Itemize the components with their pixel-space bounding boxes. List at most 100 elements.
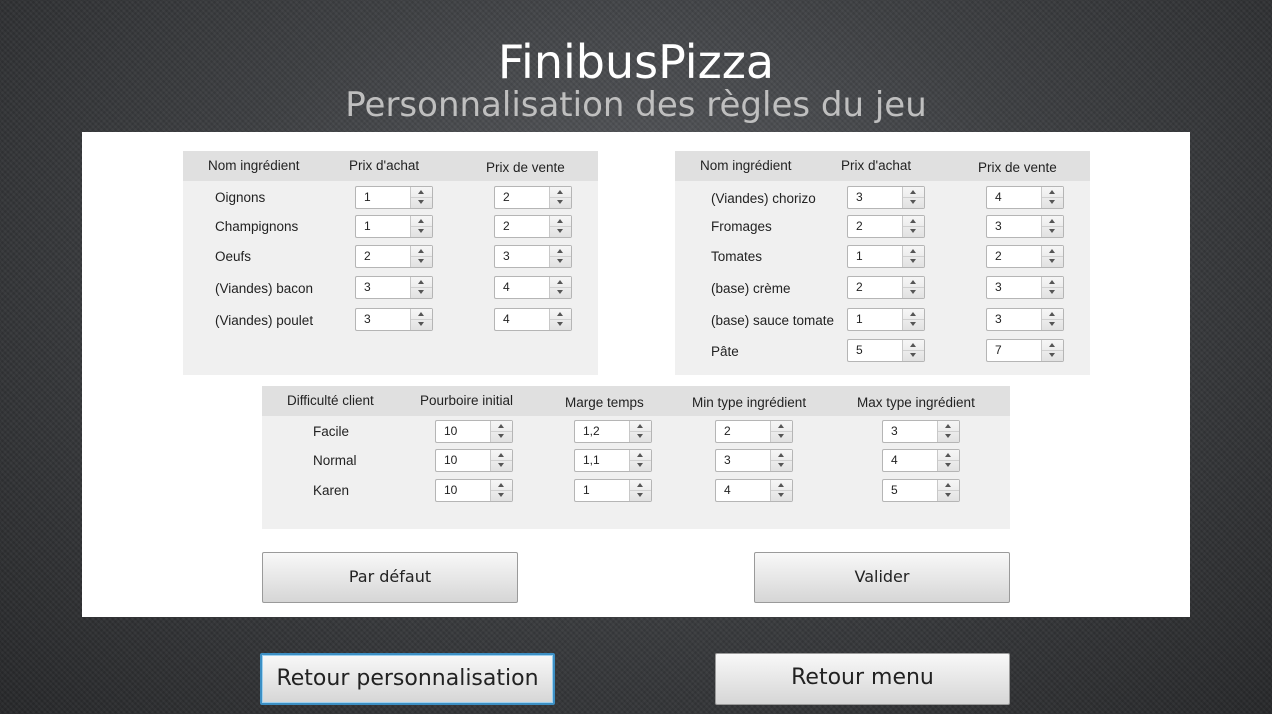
increment-icon[interactable] <box>550 277 571 288</box>
increment-icon[interactable] <box>491 421 512 432</box>
spinner-value[interactable]: 1 <box>848 309 904 330</box>
spinner-value[interactable]: 7 <box>987 340 1043 361</box>
spinner-value[interactable]: 2 <box>495 216 551 237</box>
increment-icon[interactable] <box>1042 309 1063 320</box>
sell-price-spinner[interactable]: 4 <box>494 308 572 331</box>
increment-icon[interactable] <box>1042 246 1063 257</box>
increment-icon[interactable] <box>1042 277 1063 288</box>
decrement-icon[interactable] <box>491 461 512 471</box>
initial-tip-spinner[interactable]: 10 <box>435 479 513 502</box>
increment-icon[interactable] <box>903 340 924 351</box>
decrement-icon[interactable] <box>411 257 432 267</box>
increment-icon[interactable] <box>630 450 651 461</box>
increment-icon[interactable] <box>491 450 512 461</box>
buy-price-spinner[interactable]: 5 <box>847 339 925 362</box>
max-ingredient-type-spinner[interactable]: 5 <box>882 479 960 502</box>
spinner-value[interactable]: 3 <box>987 277 1043 298</box>
decrement-icon[interactable] <box>903 257 924 267</box>
decrement-icon[interactable] <box>938 491 959 501</box>
increment-icon[interactable] <box>550 246 571 257</box>
decrement-icon[interactable] <box>1042 288 1063 298</box>
increment-icon[interactable] <box>771 421 792 432</box>
increment-icon[interactable] <box>1042 216 1063 227</box>
spinner-value[interactable]: 3 <box>716 450 772 471</box>
min-ingredient-type-spinner[interactable]: 4 <box>715 479 793 502</box>
decrement-icon[interactable] <box>630 461 651 471</box>
decrement-icon[interactable] <box>771 461 792 471</box>
spinner-value[interactable]: 3 <box>356 309 412 330</box>
sell-price-spinner[interactable]: 2 <box>494 186 572 209</box>
spinner-value[interactable]: 2 <box>848 216 904 237</box>
decrement-icon[interactable] <box>1042 320 1063 330</box>
increment-icon[interactable] <box>411 246 432 257</box>
buy-price-spinner[interactable]: 1 <box>355 215 433 238</box>
decrement-icon[interactable] <box>550 257 571 267</box>
increment-icon[interactable] <box>903 246 924 257</box>
spinner-value[interactable]: 2 <box>495 187 551 208</box>
decrement-icon[interactable] <box>411 198 432 208</box>
increment-icon[interactable] <box>630 421 651 432</box>
decrement-icon[interactable] <box>550 288 571 298</box>
decrement-icon[interactable] <box>550 198 571 208</box>
spinner-value[interactable]: 1 <box>356 187 412 208</box>
sell-price-spinner[interactable]: 3 <box>986 308 1064 331</box>
buy-price-spinner[interactable]: 3 <box>847 186 925 209</box>
spinner-value[interactable]: 1 <box>575 480 631 501</box>
spinner-value[interactable]: 1,1 <box>575 450 631 471</box>
spinner-value[interactable]: 2 <box>716 421 772 442</box>
decrement-icon[interactable] <box>771 432 792 442</box>
increment-icon[interactable] <box>1042 340 1063 351</box>
decrement-icon[interactable] <box>550 227 571 237</box>
decrement-icon[interactable] <box>1042 257 1063 267</box>
sell-price-spinner[interactable]: 4 <box>986 186 1064 209</box>
spinner-value[interactable]: 1 <box>356 216 412 237</box>
decrement-icon[interactable] <box>1042 198 1063 208</box>
buy-price-spinner[interactable]: 3 <box>355 308 433 331</box>
decrement-icon[interactable] <box>903 320 924 330</box>
decrement-icon[interactable] <box>491 432 512 442</box>
buy-price-spinner[interactable]: 1 <box>355 186 433 209</box>
increment-icon[interactable] <box>630 480 651 491</box>
decrement-icon[interactable] <box>411 288 432 298</box>
increment-icon[interactable] <box>938 450 959 461</box>
buy-price-spinner[interactable]: 1 <box>847 245 925 268</box>
spinner-value[interactable]: 4 <box>495 309 551 330</box>
spinner-value[interactable]: 3 <box>495 246 551 267</box>
spinner-value[interactable]: 10 <box>436 450 492 471</box>
increment-icon[interactable] <box>903 277 924 288</box>
spinner-value[interactable]: 4 <box>987 187 1043 208</box>
spinner-value[interactable]: 2 <box>848 277 904 298</box>
initial-tip-spinner[interactable]: 10 <box>435 449 513 472</box>
buy-price-spinner[interactable]: 3 <box>355 276 433 299</box>
spinner-value[interactable]: 5 <box>848 340 904 361</box>
decrement-icon[interactable] <box>630 491 651 501</box>
initial-tip-spinner[interactable]: 10 <box>435 420 513 443</box>
spinner-value[interactable]: 4 <box>883 450 939 471</box>
spinner-value[interactable]: 2 <box>987 246 1043 267</box>
spinner-value[interactable]: 4 <box>716 480 772 501</box>
decrement-icon[interactable] <box>903 198 924 208</box>
buy-price-spinner[interactable]: 2 <box>847 276 925 299</box>
max-ingredient-type-spinner[interactable]: 3 <box>882 420 960 443</box>
increment-icon[interactable] <box>903 216 924 227</box>
decrement-icon[interactable] <box>550 320 571 330</box>
spinner-value[interactable]: 3 <box>356 277 412 298</box>
increment-icon[interactable] <box>938 421 959 432</box>
buy-price-spinner[interactable]: 2 <box>847 215 925 238</box>
spinner-value[interactable]: 1 <box>848 246 904 267</box>
increment-icon[interactable] <box>1042 187 1063 198</box>
validate-button[interactable]: Valider <box>754 552 1010 603</box>
time-margin-spinner[interactable]: 1,2 <box>574 420 652 443</box>
increment-icon[interactable] <box>550 309 571 320</box>
decrement-icon[interactable] <box>1042 227 1063 237</box>
spinner-value[interactable]: 1,2 <box>575 421 631 442</box>
sell-price-spinner[interactable]: 7 <box>986 339 1064 362</box>
increment-icon[interactable] <box>903 187 924 198</box>
spinner-value[interactable]: 10 <box>436 480 492 501</box>
sell-price-spinner[interactable]: 2 <box>986 245 1064 268</box>
decrement-icon[interactable] <box>938 432 959 442</box>
max-ingredient-type-spinner[interactable]: 4 <box>882 449 960 472</box>
decrement-icon[interactable] <box>938 461 959 471</box>
decrement-icon[interactable] <box>1042 351 1063 361</box>
spinner-value[interactable]: 2 <box>356 246 412 267</box>
